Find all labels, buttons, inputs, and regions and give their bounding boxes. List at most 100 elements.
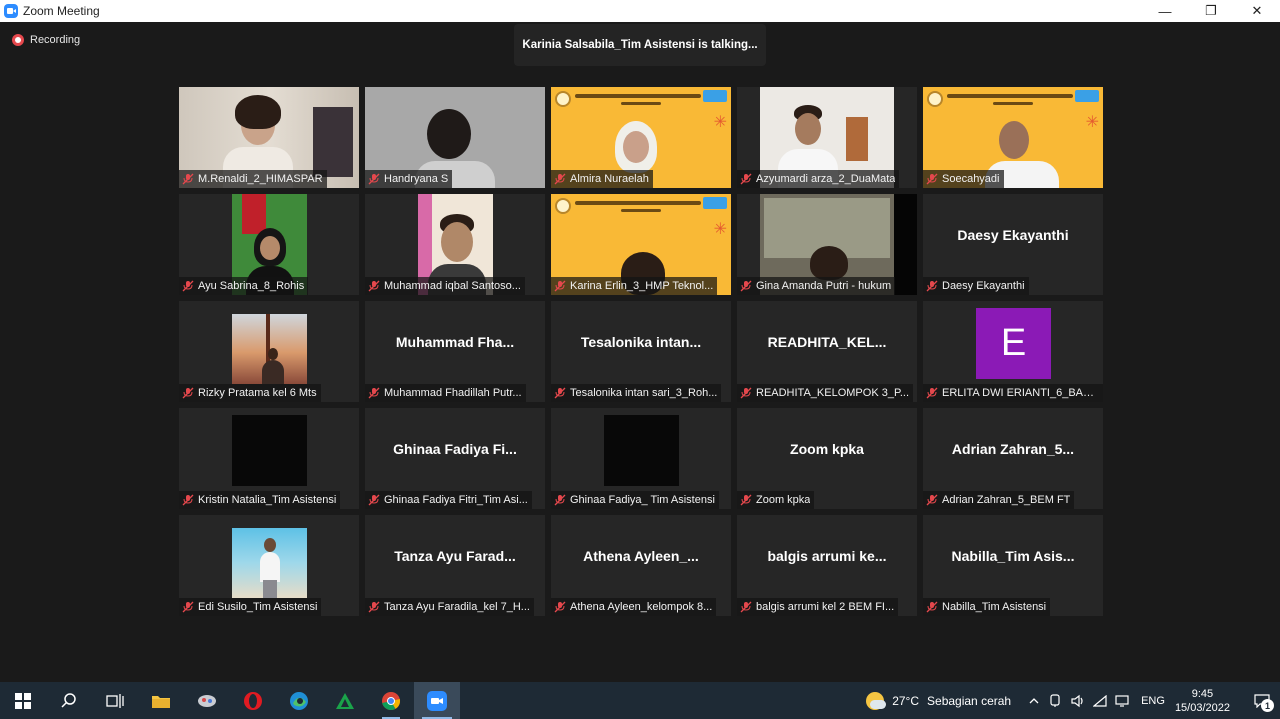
- participant-tile[interactable]: Edi Susilo_Tim Asistensi: [179, 515, 359, 616]
- meet-now-button[interactable]: [1045, 682, 1067, 719]
- mic-muted-icon: [368, 601, 380, 613]
- notification-center-button[interactable]: 1: [1244, 682, 1280, 719]
- clock[interactable]: 9:45 15/03/2022: [1175, 687, 1230, 715]
- participant-tile[interactable]: Tanza Ayu Farad... Tanza Ayu Faradila_kel…: [365, 515, 545, 616]
- participant-display-name: Muhammad Fha...: [395, 333, 515, 350]
- participant-name-label: Gina Amanda Putri - hukum: [737, 277, 896, 295]
- display-icon: [1115, 694, 1129, 707]
- folder-icon: [152, 695, 170, 708]
- meeting-area: Recording Karinia Salsabila_Tim Asistens…: [0, 22, 1280, 682]
- maximize-button[interactable]: ❐: [1188, 0, 1234, 22]
- volume-button[interactable]: [1067, 682, 1089, 719]
- participant-display-name: Athena Ayleen_...: [583, 547, 699, 564]
- opera-button[interactable]: [230, 682, 276, 719]
- participant-tile[interactable]: ✳ Almira Nuraelah: [551, 87, 731, 188]
- participant-name: Tesalonika intan sari_3_Roh...: [570, 387, 718, 399]
- app-green-button[interactable]: [322, 682, 368, 719]
- participant-name-label: Athena Ayleen_kelompok 8...: [551, 598, 717, 616]
- display-button[interactable]: [1111, 682, 1133, 719]
- participant-name: Azyumardi arza_2_DuaMata: [756, 173, 896, 185]
- participant-name: Soecahyadi: [942, 173, 1000, 185]
- edge-icon: [290, 691, 308, 710]
- participant-tile[interactable]: Adrian Zahran_5... Adrian Zahran_5_BEM FT: [923, 408, 1103, 509]
- participant-tile[interactable]: READHITA_KEL... READHITA_KELOMPOK 3_P...: [737, 301, 917, 402]
- participant-tile[interactable]: Kristin Natalia_Tim Asistensi: [179, 408, 359, 509]
- participant-name-label: Tesalonika intan sari_3_Roh...: [551, 384, 722, 402]
- participant-tile[interactable]: Ayu Sabrina_8_Rohis: [179, 194, 359, 295]
- mic-muted-icon: [368, 280, 380, 292]
- participant-name: Tanza Ayu Faradila_kel 7_H...: [384, 601, 530, 613]
- mic-muted-icon: [926, 280, 938, 292]
- network-button[interactable]: [1089, 682, 1111, 719]
- mic-muted-icon: [182, 173, 194, 185]
- participant-tile[interactable]: Azyumardi arza_2_DuaMata: [737, 87, 917, 188]
- participant-name-label: balgis arrumi kel 2 BEM FI...: [737, 598, 899, 616]
- participant-tile[interactable]: Muhammad iqbal Santoso...: [365, 194, 545, 295]
- weather-widget[interactable]: 27°C Sebagian cerah: [866, 691, 1012, 710]
- participant-name: balgis arrumi kel 2 BEM FI...: [756, 601, 895, 613]
- mic-muted-icon: [554, 173, 566, 185]
- participant-name: Kristin Natalia_Tim Asistensi: [198, 494, 337, 506]
- participant-name-label: Ayu Sabrina_8_Rohis: [179, 277, 309, 295]
- participant-name: Gina Amanda Putri - hukum: [756, 280, 892, 292]
- mic-muted-icon: [182, 280, 194, 292]
- participant-tile[interactable]: Ghinaa Fadiya Fi... Ghinaa Fadiya Fitri_T…: [365, 408, 545, 509]
- participant-tile[interactable]: Nabilla_Tim Asis... Nabilla_Tim Asistensi: [923, 515, 1103, 616]
- participant-name: Nabilla_Tim Asistensi: [942, 601, 1047, 613]
- participant-name: Daesy Ekayanthi: [942, 280, 1025, 292]
- participant-tile[interactable]: Daesy Ekayanthi Daesy Ekayanthi: [923, 194, 1103, 295]
- participant-name-label: Handryana S: [365, 170, 453, 188]
- participant-name: Ayu Sabrina_8_Rohis: [198, 280, 305, 292]
- task-view-button[interactable]: [92, 682, 138, 719]
- participant-tile[interactable]: E ERLITA DWI ERIANTI_6_BAS...: [923, 301, 1103, 402]
- participant-tile[interactable]: ✳ Soecahyadi: [923, 87, 1103, 188]
- window-controls: — ❐ ✕: [1142, 0, 1280, 22]
- start-button[interactable]: [0, 682, 46, 719]
- participant-name: Edi Susilo_Tim Asistensi: [198, 601, 318, 613]
- search-icon: [61, 692, 76, 708]
- participant-tile[interactable]: balgis arrumi ke... balgis arrumi kel 2 B…: [737, 515, 917, 616]
- participant-tile[interactable]: ✳ Karina Erlin_3_HMP Teknol...: [551, 194, 731, 295]
- close-button[interactable]: ✕: [1234, 0, 1280, 22]
- system-tray: 27°C Sebagian cerah ENG 9:45 15/03/2022 …: [866, 682, 1280, 719]
- participant-tile[interactable]: Ghinaa Fadiya_ Tim Asistensi: [551, 408, 731, 509]
- app-button[interactable]: [184, 682, 230, 719]
- weather-description: Sebagian cerah: [927, 693, 1012, 708]
- participant-tile[interactable]: M.Renaldi_2_HIMASPAR: [179, 87, 359, 188]
- mic-muted-icon: [368, 387, 380, 399]
- edge-button[interactable]: [276, 682, 322, 719]
- participant-tile[interactable]: Handryana S: [365, 87, 545, 188]
- participant-name: Adrian Zahran_5_BEM FT: [942, 494, 1071, 506]
- input-language[interactable]: ENG: [1141, 695, 1165, 707]
- minimize-button[interactable]: —: [1142, 0, 1188, 22]
- participant-tile[interactable]: Muhammad Fha... Muhammad Fhadillah Putr..…: [365, 301, 545, 402]
- participant-name: Athena Ayleen_kelompok 8...: [570, 601, 713, 613]
- participant-tile[interactable]: Gina Amanda Putri - hukum: [737, 194, 917, 295]
- participant-name-label: M.Renaldi_2_HIMASPAR: [179, 170, 327, 188]
- zoom-button[interactable]: [414, 682, 460, 719]
- participant-name-label: Muhammad iqbal Santoso...: [365, 277, 525, 295]
- participant-tile[interactable]: Rizky Pratama kel 6 Mts: [179, 301, 359, 402]
- participant-name: Ghinaa Fadiya Fitri_Tim Asi...: [384, 494, 528, 506]
- file-explorer-button[interactable]: [138, 682, 184, 719]
- zoom-app-icon: [4, 4, 18, 18]
- show-hidden-icons-button[interactable]: [1023, 682, 1045, 719]
- participant-name: Ghinaa Fadiya_ Tim Asistensi: [570, 494, 715, 506]
- recording-label: Recording: [30, 34, 81, 46]
- participant-name-label: Muhammad Fhadillah Putr...: [365, 384, 526, 402]
- participant-name: Muhammad Fhadillah Putr...: [384, 387, 522, 399]
- recording-indicator[interactable]: Recording: [12, 34, 80, 46]
- participant-name-label: Daesy Ekayanthi: [923, 277, 1029, 295]
- participant-tile[interactable]: Zoom kpka Zoom kpka: [737, 408, 917, 509]
- participant-avatar: [232, 415, 307, 486]
- mic-muted-icon: [182, 387, 194, 399]
- participant-name: Muhammad iqbal Santoso...: [384, 280, 521, 292]
- mic-muted-icon: [182, 601, 194, 613]
- search-button[interactable]: [46, 682, 92, 719]
- wifi-icon: [1093, 694, 1107, 707]
- participant-display-name: Adrian Zahran_5...: [951, 440, 1075, 457]
- mic-muted-icon: [368, 173, 380, 185]
- chrome-button[interactable]: [368, 682, 414, 719]
- participant-tile[interactable]: Athena Ayleen_... Athena Ayleen_kelompok …: [551, 515, 731, 616]
- participant-tile[interactable]: Tesalonika intan... Tesalonika intan sari…: [551, 301, 731, 402]
